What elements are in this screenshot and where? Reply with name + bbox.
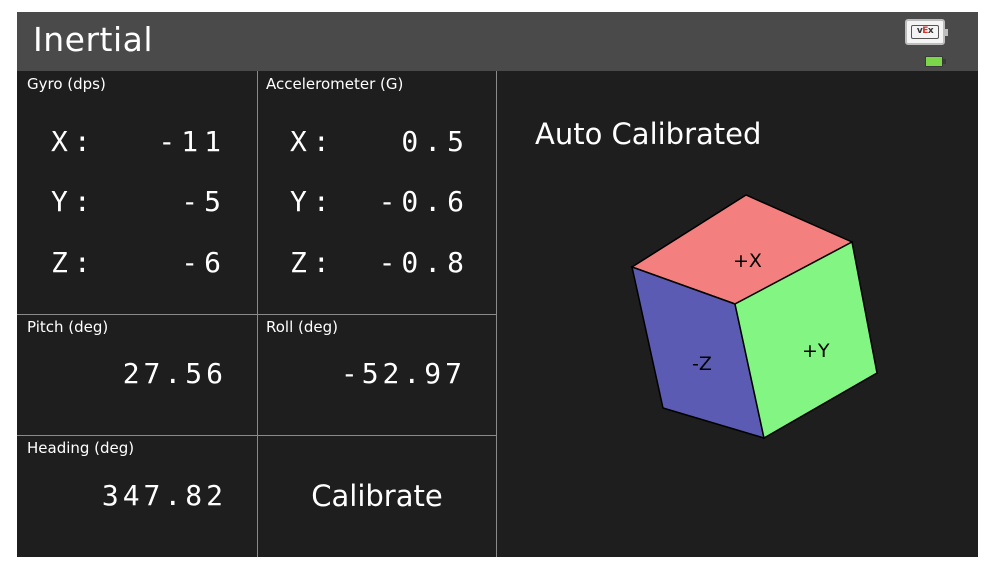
gyro-x-axis: X: [51, 125, 97, 158]
calibration-status: Auto Calibrated [535, 117, 762, 151]
accel-y-value: -0.6 [378, 185, 470, 218]
page-title: Inertial [33, 20, 154, 59]
gyro-label: Gyro (dps) [27, 75, 106, 93]
roll-value: -52.97 [340, 357, 466, 390]
accelerometer-panel: Accelerometer (G) X: 0.5 Y: -0.6 Z: -0.8 [266, 71, 496, 314]
heading-label: Heading (deg) [27, 439, 135, 457]
accel-z-row: Z: -0.8 [290, 243, 470, 283]
gyro-x-value: -11 [158, 125, 227, 158]
pitch-label: Pitch (deg) [27, 318, 109, 336]
calibrate-button[interactable]: Calibrate [258, 435, 496, 557]
vex-logo-icon: vEx [905, 19, 948, 45]
grid-divider-v2 [496, 71, 497, 557]
battery-tip [943, 59, 946, 64]
gyro-y-row: Y: -5 [51, 182, 227, 222]
gyro-z-row: Z: -6 [51, 243, 227, 283]
gyro-y-value: -5 [181, 185, 227, 218]
title-bar: Inertial vEx [17, 12, 978, 71]
pitch-panel: Pitch (deg) 27.56 [27, 314, 257, 435]
brain-screen: Inertial vEx Gyro (dps) X: -11 Y: -5 Z: … [17, 12, 978, 557]
accel-x-row: X: 0.5 [290, 122, 470, 162]
battery-icon [925, 56, 943, 67]
accelerometer-label: Accelerometer (G) [266, 75, 404, 93]
cube-label-right: +Y [802, 340, 830, 362]
gyro-z-axis: Z: [51, 246, 97, 279]
gyro-z-value: -6 [181, 246, 227, 279]
gyro-y-axis: Y: [51, 185, 97, 218]
accel-x-value: 0.5 [401, 125, 470, 158]
heading-panel: Heading (deg) 347.82 [27, 435, 257, 557]
orientation-cube-icon: +X -Z +Y [630, 194, 878, 440]
roll-panel: Roll (deg) -52.97 [266, 314, 496, 435]
cube-label-top: +X [733, 250, 762, 272]
cube-label-left: -Z [692, 353, 712, 375]
accel-y-row: Y: -0.6 [290, 182, 470, 222]
pitch-value: 27.56 [122, 357, 227, 390]
gyro-x-row: X: -11 [51, 122, 227, 162]
roll-label: Roll (deg) [266, 318, 339, 336]
accel-z-value: -0.8 [378, 246, 470, 279]
accel-x-axis: X: [290, 125, 336, 158]
accel-z-axis: Z: [290, 246, 336, 279]
heading-value: 347.82 [101, 479, 227, 512]
accel-y-axis: Y: [290, 185, 336, 218]
gyro-panel: Gyro (dps) X: -11 Y: -5 Z: -6 [27, 71, 257, 314]
